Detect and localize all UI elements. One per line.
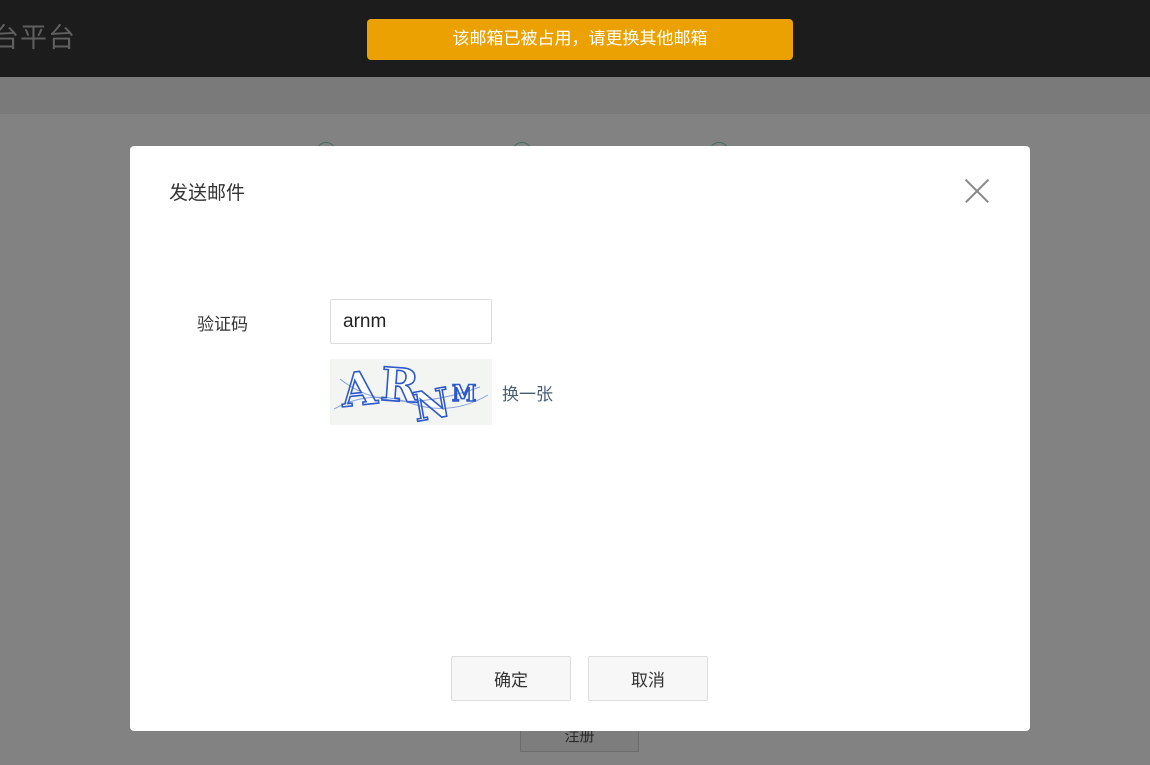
- page-subheader: [0, 77, 1150, 114]
- captcha-glyph-n: N: [410, 379, 454, 425]
- error-toast: 该邮箱已被占用，请更换其他邮箱: [367, 19, 793, 60]
- captcha-image[interactable]: A R N M: [330, 359, 492, 425]
- brand-title: 台平台: [0, 23, 76, 54]
- captcha-input[interactable]: [330, 299, 492, 344]
- confirm-button[interactable]: 确定: [451, 656, 571, 701]
- modal-title: 发送邮件: [169, 182, 246, 204]
- send-email-modal: 发送邮件 验证码 A R N M 换一张 确定 取消: [130, 146, 1030, 731]
- captcha-glyph-m: M: [452, 381, 476, 407]
- captcha-label: 验证码: [197, 315, 248, 335]
- captcha-glyph-a: A: [337, 360, 380, 418]
- close-icon[interactable]: [964, 178, 990, 204]
- refresh-captcha-link[interactable]: 换一张: [502, 380, 553, 405]
- cancel-button[interactable]: 取消: [588, 656, 708, 701]
